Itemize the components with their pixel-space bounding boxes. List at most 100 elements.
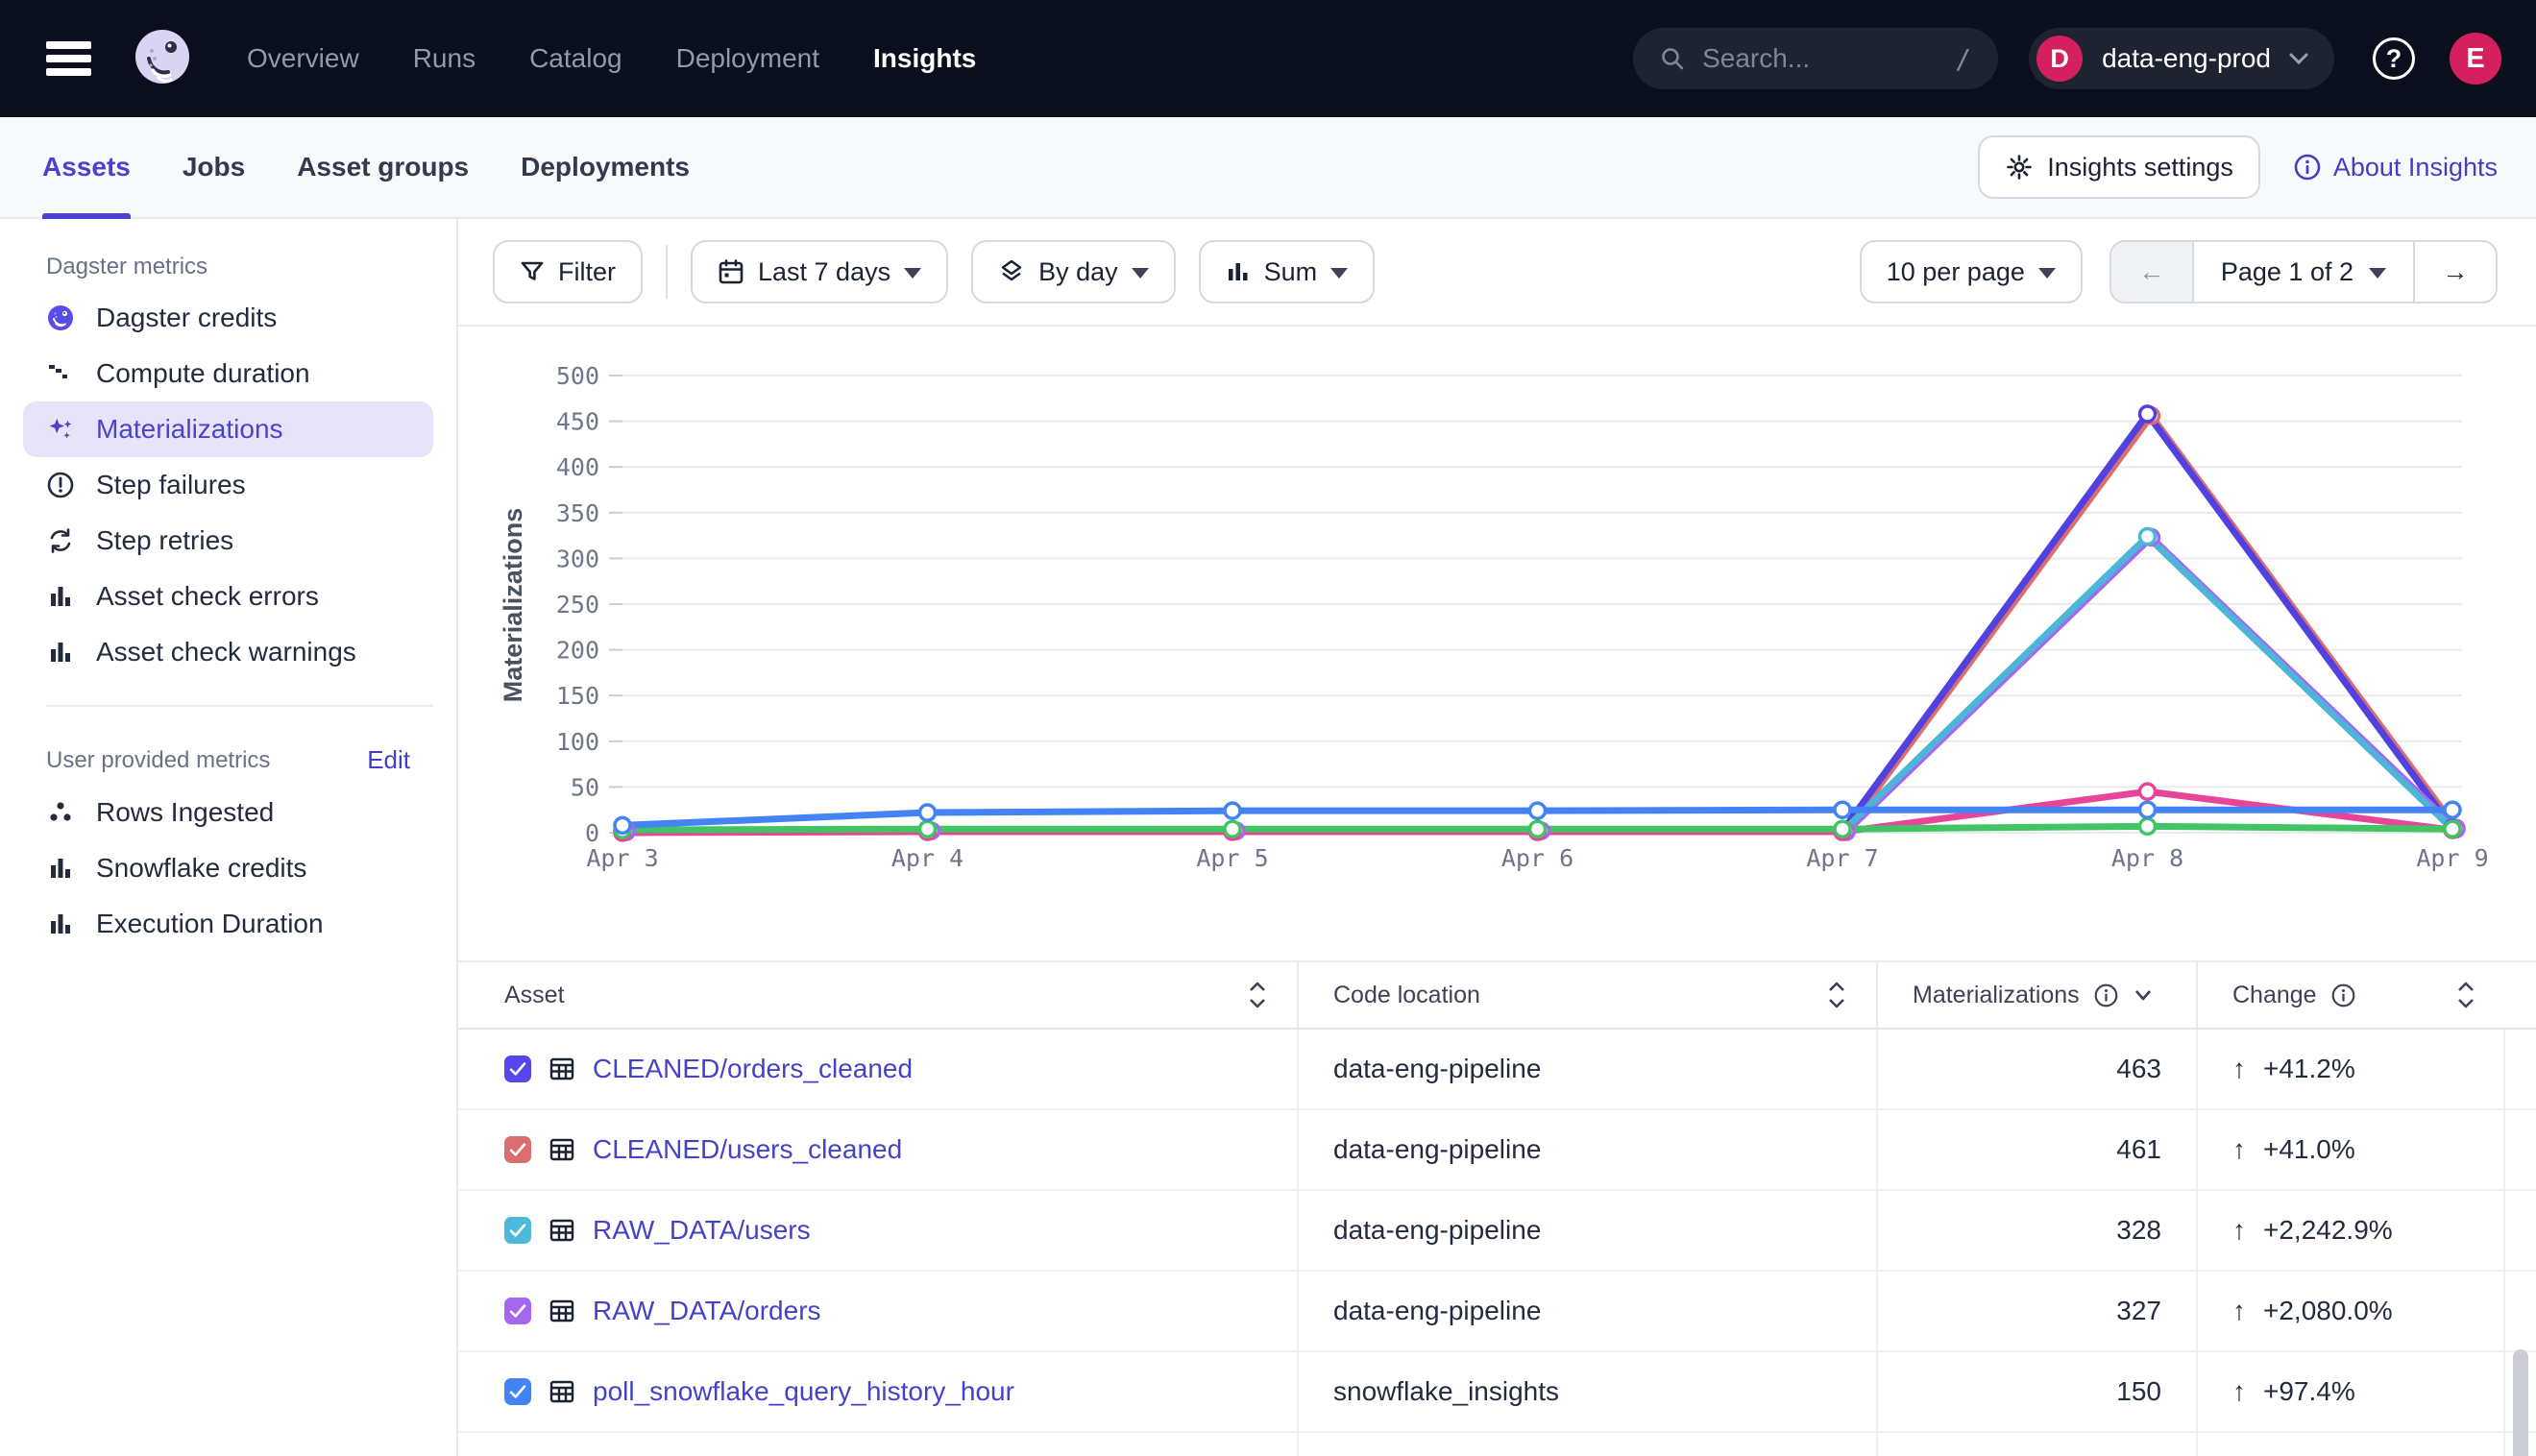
scrollbar-gutter — [2505, 1030, 2536, 1108]
asset-link[interactable]: poll_snowflake_query_history_hour — [593, 1376, 1014, 1407]
data-point — [1225, 803, 1240, 818]
sidebar-item-compute-duration[interactable]: Compute duration — [23, 346, 433, 401]
asset-link[interactable]: RAW_DATA/orders — [593, 1296, 821, 1326]
info-icon[interactable] — [2330, 983, 2356, 1008]
tab-assets[interactable]: Assets — [42, 117, 131, 217]
search-input[interactable]: Search... / — [1633, 28, 1998, 89]
dagster-logo-icon[interactable] — [126, 22, 199, 95]
sidebar-item-label: Rows Ingested — [96, 797, 274, 828]
nav-item-runs[interactable]: Runs — [413, 43, 476, 74]
sidebar-item-label: Materializations — [96, 414, 283, 445]
nav-item-overview[interactable]: Overview — [247, 43, 359, 74]
up-arrow-icon: ↑ — [2232, 1054, 2246, 1084]
tab-deployments[interactable]: Deployments — [521, 117, 690, 217]
chevron-down-icon — [1330, 268, 1348, 279]
nav-item-insights[interactable]: Insights — [873, 43, 976, 74]
nav-item-catalog[interactable]: Catalog — [529, 43, 622, 74]
change-cell: ↑+41.2% — [2198, 1030, 2505, 1108]
asset-cell: CLEANED/orders_cleaned — [458, 1030, 1299, 1108]
alert-circle-icon — [46, 471, 75, 499]
sort-icon[interactable] — [1826, 981, 1847, 1009]
table-scrollbar[interactable] — [2513, 1349, 2528, 1456]
user-avatar[interactable]: E — [2450, 33, 2501, 85]
sidebar-item-asset-check-errors[interactable]: Asset check errors — [23, 569, 433, 624]
sort-icon[interactable] — [1247, 981, 1268, 1009]
info-icon[interactable] — [2093, 983, 2119, 1008]
x-tick-label: Apr 3 — [586, 844, 658, 872]
sidebar-divider — [46, 705, 433, 707]
change-value: +2,242.9% — [2263, 1215, 2393, 1246]
org-avatar: D — [2036, 36, 2083, 82]
primary-nav: Overview Runs Catalog Deployment Insights — [247, 43, 976, 74]
up-arrow-icon: ↑ — [2232, 1376, 2246, 1407]
about-insights-link[interactable]: About Insights — [2293, 153, 2498, 182]
asset-link[interactable]: CLEANED/users_cleaned — [593, 1134, 902, 1165]
previous-page-button[interactable]: ← — [2111, 242, 2194, 302]
sidebar-item-materializations[interactable]: Materializations — [23, 401, 433, 457]
sidebar-item-step-retries[interactable]: Step retries — [23, 513, 433, 569]
sidebar-item-asset-check-warnings[interactable]: Asset check warnings — [23, 624, 433, 680]
asset-link[interactable]: RAW_DATA/users — [593, 1215, 811, 1246]
next-page-button[interactable]: → — [2413, 242, 2496, 302]
filter-label: Filter — [558, 257, 616, 287]
asset-checkbox[interactable] — [504, 1136, 531, 1163]
scrollbar-gutter — [2505, 962, 2536, 1028]
asset-cell: poll_snowflake_query_history_hour — [458, 1352, 1299, 1431]
dots-cluster-icon — [46, 798, 75, 827]
column-label: Materializations — [1913, 982, 2080, 1009]
sidebar-item-label: Asset check errors — [96, 581, 319, 612]
sidebar-item-execution-duration[interactable]: Execution Duration — [23, 896, 433, 952]
page-select-button[interactable]: Page 1 of 2 — [2194, 242, 2413, 302]
asset-checkbox[interactable] — [504, 1217, 531, 1244]
help-icon[interactable]: ? — [2373, 37, 2415, 80]
nav-item-deployment[interactable]: Deployment — [676, 43, 819, 74]
filter-button[interactable]: Filter — [493, 240, 643, 303]
chevron-down-icon — [2288, 52, 2309, 65]
group-by-button[interactable]: By day — [971, 240, 1176, 303]
main-content: Filter Last 7 days — [458, 219, 2536, 1456]
column-header-code-location[interactable]: Code location — [1299, 962, 1878, 1028]
change-cell: ↑+41.0% — [2198, 1110, 2505, 1189]
edit-user-metrics-link[interactable]: Edit — [367, 745, 410, 775]
sidebar-item-label: Dagster credits — [96, 303, 277, 333]
date-range-button[interactable]: Last 7 days — [691, 240, 948, 303]
column-header-change[interactable]: Change — [2198, 962, 2505, 1028]
aggregation-label: Sum — [1264, 257, 1318, 287]
column-label: Change — [2232, 982, 2317, 1009]
data-point — [1530, 821, 1546, 837]
change-cell: ↑+2,242.9% — [2198, 1191, 2505, 1270]
insights-settings-button[interactable]: Insights settings — [1978, 135, 2260, 199]
sidebar-item-dagster-credits[interactable]: Dagster credits — [23, 290, 433, 346]
tab-jobs[interactable]: Jobs — [183, 117, 245, 217]
asset-link[interactable]: CLEANED/orders_cleaned — [593, 1054, 913, 1084]
sidebar-item-step-failures[interactable]: Step failures — [23, 457, 433, 513]
topbar-right: Search... / D data-eng-prod ? E — [1633, 28, 2501, 89]
sidebar-item-label: Step failures — [96, 470, 246, 500]
check-icon — [508, 1140, 527, 1159]
per-page-button[interactable]: 10 per page — [1860, 240, 2083, 303]
up-arrow-icon: ↑ — [2232, 1134, 2246, 1165]
asset-checkbox[interactable] — [504, 1298, 531, 1324]
asset-checkbox[interactable] — [504, 1378, 531, 1405]
sort-icon[interactable] — [2455, 981, 2476, 1009]
sidebar-item-snowflake-credits[interactable]: Snowflake credits — [23, 840, 433, 896]
asset-checkbox[interactable] — [504, 1056, 531, 1082]
tabs: Assets Jobs Asset groups Deployments — [42, 117, 690, 217]
y-tick-label: 400 — [556, 453, 599, 481]
org-switcher[interactable]: D data-eng-prod — [2029, 28, 2334, 89]
table-row: CLEANED/users_cleaneddata-eng-pipeline46… — [458, 1110, 2536, 1191]
table-asset-icon — [549, 1298, 575, 1324]
aggregation-button[interactable]: Sum — [1199, 240, 1376, 303]
sort-desc-icon[interactable] — [2133, 987, 2154, 1003]
materializations-line-chart: 050100150200250300350400450500Apr 3Apr 4… — [458, 327, 2536, 960]
bar-chart-icon — [46, 582, 75, 611]
table-row: CLEANED/orders_cleaneddata-eng-pipeline4… — [458, 1030, 2536, 1110]
column-header-materializations[interactable]: Materializations — [1878, 962, 2198, 1028]
menu-icon[interactable] — [46, 41, 91, 76]
asset-cell: RAW_DATA/orders — [458, 1272, 1299, 1350]
column-header-asset[interactable]: Asset — [458, 962, 1299, 1028]
change-cell: ↑+97.4% — [2198, 1352, 2505, 1431]
tab-asset-groups[interactable]: Asset groups — [297, 117, 469, 217]
sidebar-item-rows-ingested[interactable]: Rows Ingested — [23, 785, 433, 840]
series-line — [626, 416, 2456, 831]
